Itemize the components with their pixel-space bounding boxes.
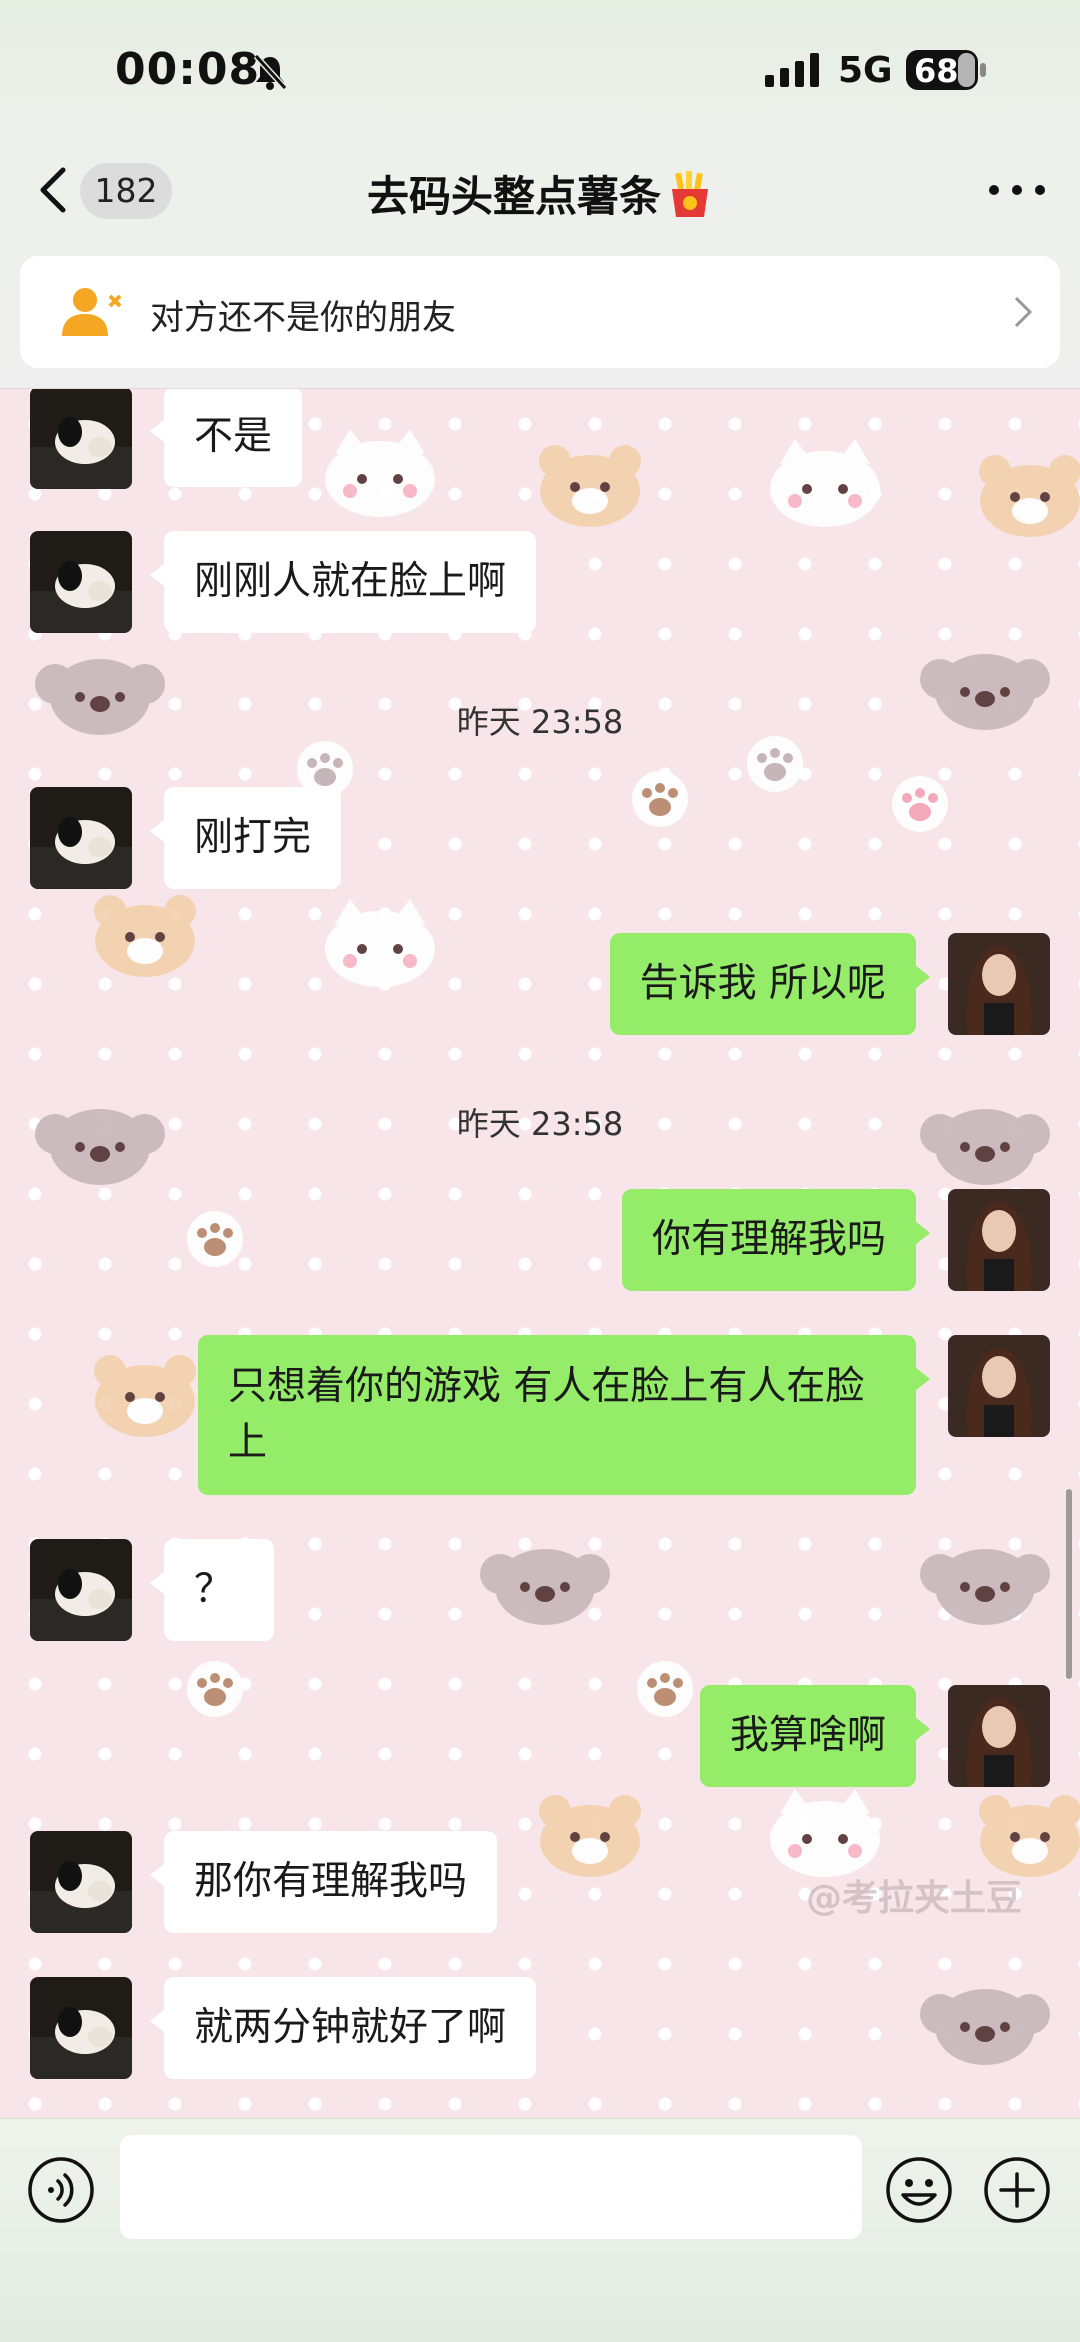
paw-sticker-icon — [187, 1211, 243, 1267]
input-bar — [0, 2118, 1080, 2342]
message-bubble-incoming[interactable]: 那你有理解我吗 — [149, 1831, 498, 1933]
message-input[interactable] — [120, 2135, 862, 2239]
message-bubble-outgoing[interactable]: 只想着你的游戏 有人在脸上有人在脸上 — [198, 1335, 930, 1495]
my-avatar[interactable] — [948, 1189, 1050, 1291]
contact-avatar[interactable] — [30, 531, 132, 633]
chat-area[interactable]: 不是 刚刚人就在脸上啊 昨天 23:58 刚打完 告诉我 所以呢 昨天 23:5… — [0, 388, 1080, 2119]
not-friend-notice[interactable]: 对方还不是你的朋友 — [20, 256, 1060, 368]
bear-sticker-icon — [539, 445, 641, 527]
bear-sticker-icon — [979, 455, 1080, 537]
chevron-right-icon — [1014, 296, 1033, 328]
notice-text: 对方还不是你的朋友 — [150, 298, 456, 338]
contact-avatar[interactable] — [30, 1977, 132, 2079]
bear-sticker-icon — [979, 1795, 1080, 1877]
french-fries-icon — [672, 171, 708, 217]
my-avatar[interactable] — [948, 1685, 1050, 1787]
message-timestamp: 昨天 23:58 — [456, 1105, 624, 1143]
mute-bell-icon — [253, 53, 288, 91]
signal-icon — [765, 53, 819, 87]
message-bubble-incoming[interactable]: 刚刚人就在脸上啊 — [149, 531, 537, 633]
message-bubble-incoming[interactable]: 刚打完 — [149, 787, 342, 889]
status-time: 00:08 — [115, 44, 261, 95]
battery-level: 68 — [914, 52, 959, 90]
koala-sticker-icon — [480, 1549, 610, 1625]
contact-avatar[interactable] — [30, 389, 132, 489]
contact-avatar[interactable] — [30, 1539, 132, 1641]
chat-title: 去码头整点薯条 — [0, 163, 1080, 224]
top-chrome: 00:08 5G 68 182 去码头整点薯条 对方还不是你的朋友 — [0, 0, 1080, 388]
cat-sticker-icon — [770, 439, 880, 527]
plus-icon[interactable] — [982, 2155, 1052, 2225]
message-timestamp: 昨天 23:58 — [456, 703, 624, 741]
paw-sticker-icon — [892, 776, 948, 832]
message-bubble-outgoing[interactable]: 告诉我 所以呢 — [609, 933, 931, 1035]
contact-avatar[interactable] — [30, 787, 132, 889]
paw-sticker-icon — [632, 771, 688, 827]
bear-sticker-icon — [539, 1795, 641, 1877]
message-bubble-incoming[interactable]: 就两分钟就好了啊 — [149, 1977, 537, 2079]
emoji-icon[interactable] — [884, 2155, 954, 2225]
message-bubble-outgoing[interactable]: 你有理解我吗 — [621, 1189, 931, 1291]
voice-input-icon[interactable] — [26, 2155, 96, 2225]
paw-sticker-icon — [747, 736, 803, 792]
message-bubble-incoming[interactable]: ？ — [150, 1539, 274, 1641]
network-type: 5G — [838, 50, 893, 91]
koala-sticker-icon — [920, 1549, 1050, 1625]
bear-sticker-icon — [94, 895, 196, 977]
cat-sticker-icon — [325, 429, 435, 517]
more-options-icon[interactable] — [982, 168, 1052, 212]
koala-sticker-icon — [920, 1989, 1050, 2065]
cat-sticker-icon — [325, 899, 435, 987]
my-avatar[interactable] — [948, 1335, 1050, 1437]
contact-avatar[interactable] — [30, 1831, 132, 1933]
bear-sticker-icon — [94, 1355, 196, 1437]
message-bubble-incoming[interactable]: 不是 — [149, 389, 303, 487]
paw-sticker-icon — [187, 1661, 243, 1717]
my-avatar[interactable] — [948, 933, 1050, 1035]
chat-title-text: 去码头整点薯条 — [366, 172, 661, 221]
message-bubble-outgoing[interactable]: 我算啥啊 — [699, 1685, 931, 1787]
cat-sticker-icon — [770, 1789, 880, 1877]
paw-sticker-icon — [637, 1661, 693, 1717]
chat-scrollbar[interactable] — [1066, 1489, 1072, 1679]
add-friend-person-icon — [62, 288, 122, 336]
watermark: @考拉夹土豆 — [806, 1878, 1023, 1919]
